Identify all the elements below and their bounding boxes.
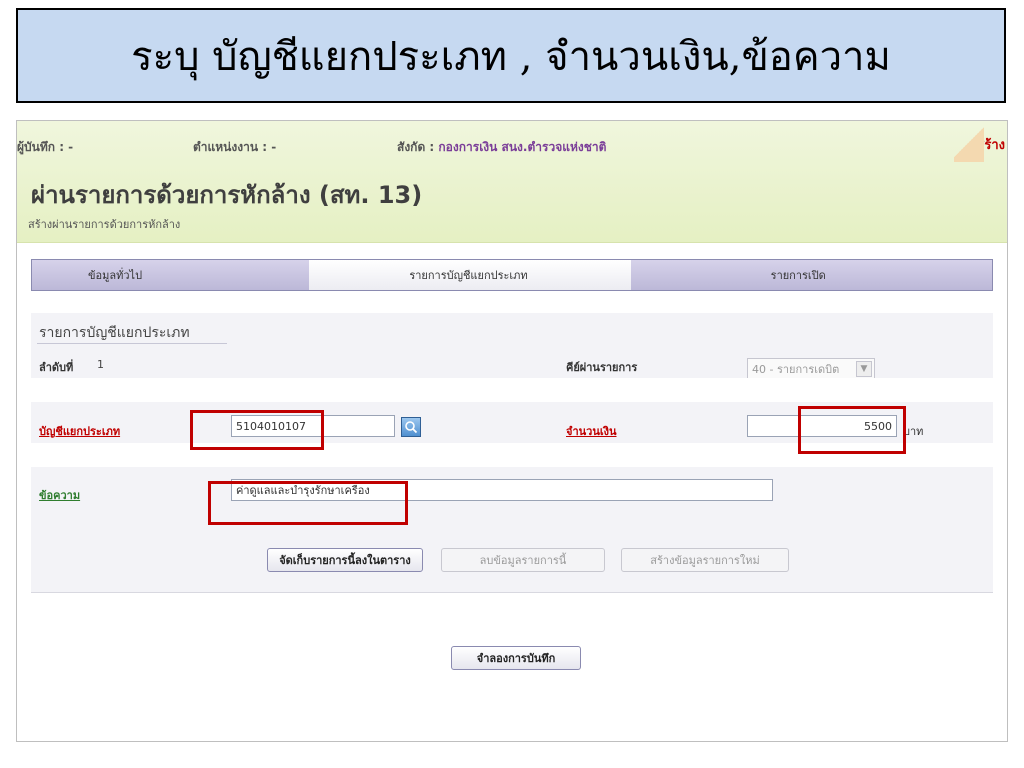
- department-label: สังกัด : กองการเงิน สนง.ตำรวจแห่งชาติ: [397, 140, 607, 154]
- new-item-button[interactable]: สร้างข้อมูลรายการใหม่: [621, 548, 789, 572]
- chevron-down-icon: ▼: [856, 361, 872, 377]
- tab-open-items[interactable]: รายการเปิด: [630, 260, 992, 290]
- tab-general-info[interactable]: ข้อมูลทั่วไป: [32, 260, 310, 290]
- department-value: กองการเงิน สนง.ตำรวจแห่งชาติ: [438, 140, 607, 154]
- text-link[interactable]: ข้อความ: [39, 486, 80, 504]
- section-divider: [37, 343, 227, 344]
- search-icon: [405, 421, 418, 434]
- slide-title: ระบุ บัญชีแยกประเภท , จำนวนเงิน,ข้อความ: [131, 33, 891, 80]
- page-subtitle: สร้างผ่านรายการด้วยการหักล้าง: [28, 218, 181, 231]
- seq-value: 1: [97, 358, 104, 371]
- amount-link[interactable]: จำนวนเงิน: [566, 422, 617, 440]
- highlight-gl-account: [190, 410, 324, 450]
- page-title: ผ่านรายการด้วยการหักล้าง (สท. 13): [31, 181, 423, 209]
- delete-item-button[interactable]: ลบข้อมูลรายการนี้: [441, 548, 605, 572]
- posting-key-label: คีย์ผ่านรายการ: [566, 361, 638, 374]
- tab-bar: ข้อมูลทั่วไป รายการบัญชีแยกประเภท รายการ…: [31, 259, 993, 291]
- seq-label: ลำดับที่: [39, 361, 74, 374]
- search-button[interactable]: [401, 417, 421, 437]
- page-header: ผู้บันทึก : - ตำแหน่งงาน : - สังกัด : กอ…: [17, 121, 1007, 243]
- simulate-save-button[interactable]: จำลองการบันทึก: [451, 646, 581, 670]
- position-label: ตำแหน่งงาน : -: [193, 140, 277, 154]
- highlight-text: [208, 481, 408, 525]
- gl-account-link[interactable]: บัญชีแยกประเภท: [39, 422, 120, 440]
- posting-key-select[interactable]: 40 - รายการเดบิต ▼: [747, 358, 875, 380]
- store-item-button[interactable]: จัดเก็บรายการนี้ลงในตาราง: [267, 548, 423, 572]
- tab-gl-items[interactable]: รายการบัญชีแยกประเภท: [309, 260, 631, 290]
- row-separator: [31, 378, 993, 402]
- highlight-amount: [798, 406, 906, 454]
- section-title: รายการบัญชีแยกประเภท: [39, 325, 190, 341]
- user-label: ผู้บันทึก : -: [17, 140, 74, 154]
- slide-title-banner: ระบุ บัญชีแยกประเภท , จำนวนเงิน,ข้อความ: [16, 8, 1006, 103]
- amount-unit: บาท: [903, 425, 924, 438]
- create-button[interactable]: สร้าง: [954, 122, 1005, 162]
- posting-key-value: 40 - รายการเดบิต: [752, 363, 840, 376]
